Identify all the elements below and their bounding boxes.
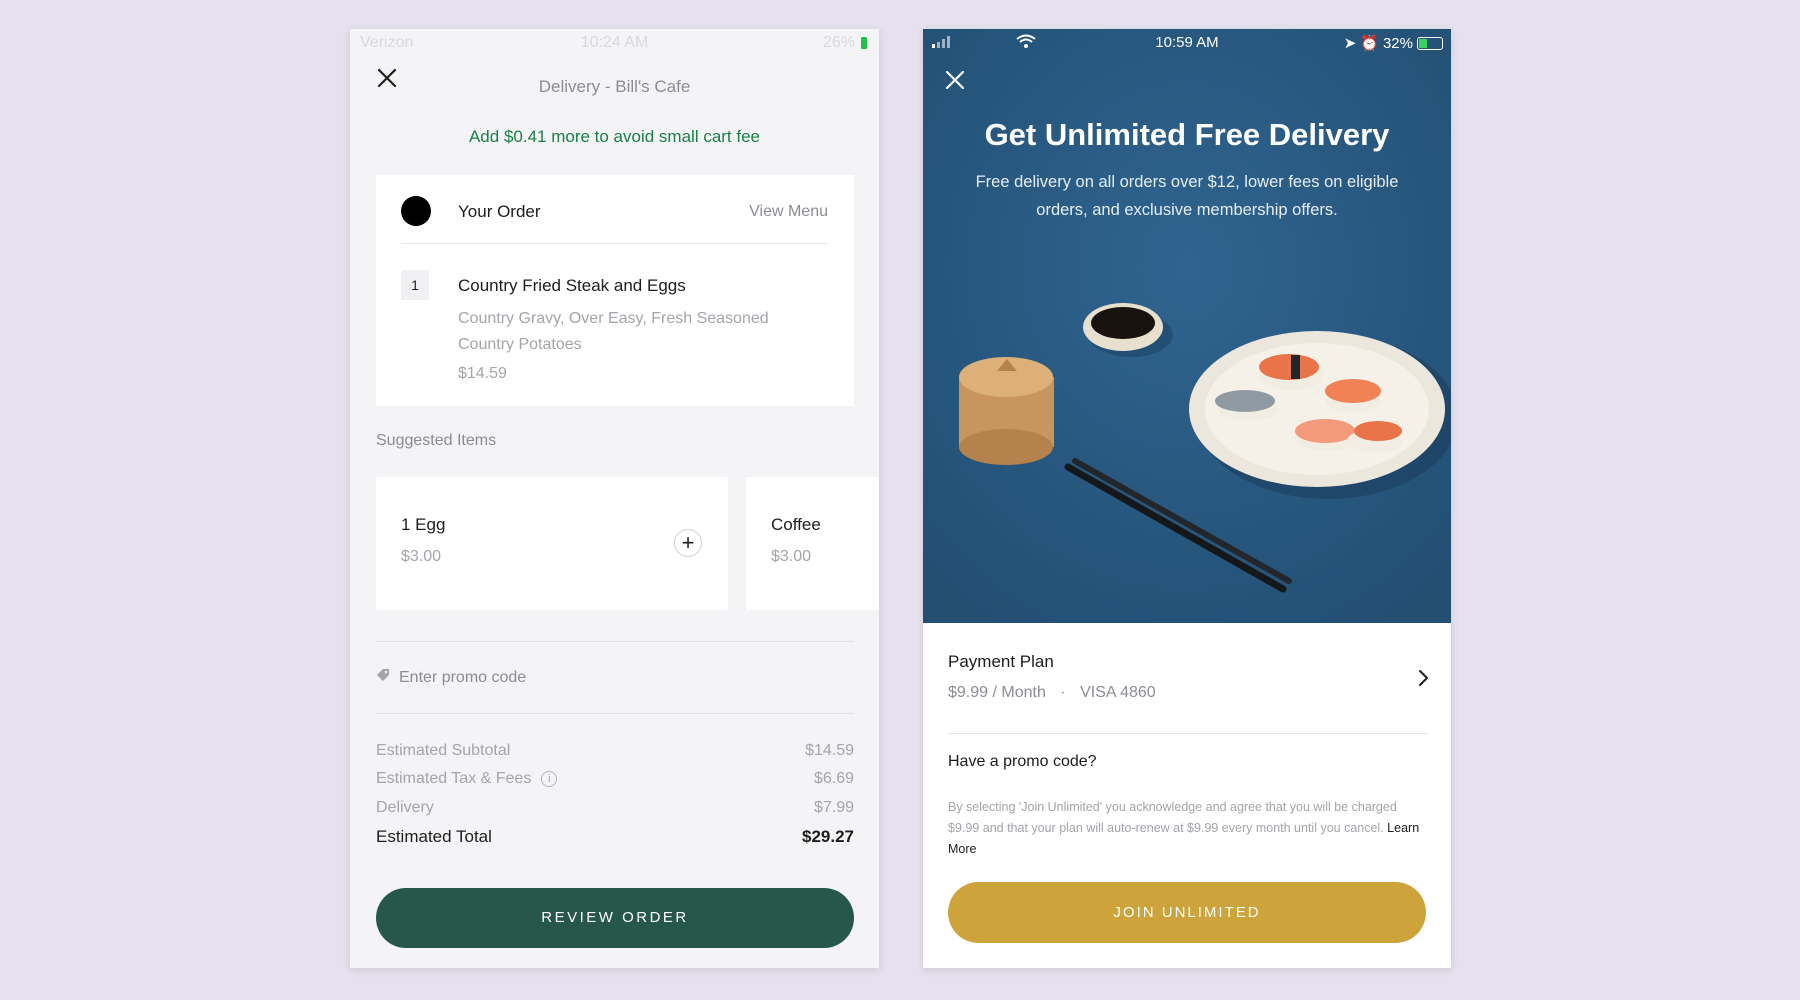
delivery-label: Delivery (376, 799, 434, 816)
unlimited-screen: 10:59 AM ➤ ⏰ 32% Get Unlimited Free Deli… (923, 29, 1451, 968)
store-avatar (401, 196, 431, 226)
subtotal-value: $14.59 (805, 742, 854, 759)
battery-percent: 32% (1382, 34, 1413, 52)
info-icon[interactable]: i (541, 770, 558, 787)
status-right: 26% (823, 34, 867, 52)
tax-row: Estimated Tax & Fees i $6.69 (376, 770, 854, 788)
suggested-item-card[interactable]: Coffee $3.00 (746, 477, 879, 610)
divider (376, 713, 854, 714)
legal-body: By selecting 'Join Unlimited' you acknow… (948, 800, 1397, 835)
promo-code-placeholder: Enter promo code (399, 668, 527, 686)
item-description: Country Gravy, Over Easy, Fresh Seasoned… (458, 310, 769, 353)
total-row: Estimated Total $29.27 (376, 827, 854, 847)
location-icon: ➤ (1343, 35, 1357, 52)
battery-icon (1417, 36, 1443, 50)
item-price: $14.59 (458, 365, 507, 382)
divider (376, 641, 854, 642)
chevron-right-icon[interactable] (1417, 669, 1429, 692)
view-menu-link[interactable]: View Menu (749, 203, 828, 221)
hero-headline: Get Unlimited Free Delivery (984, 117, 1390, 152)
status-bar: Verizon 10:24 AM 26% (350, 29, 879, 55)
item-quantity[interactable]: 1 (401, 270, 429, 300)
join-unlimited-button[interactable]: JOIN UNLIMITED (948, 882, 1426, 943)
status-right: ➤ ⏰ 32% (1344, 34, 1443, 52)
status-bar: 10:59 AM ➤ ⏰ 32% (923, 29, 1451, 55)
status-time: 10:24 AM (580, 34, 649, 51)
legal-text: By selecting 'Join Unlimited' you acknow… (948, 797, 1425, 860)
item-name[interactable]: Country Fried Steak and Eggs (458, 276, 686, 296)
battery-icon (861, 37, 867, 49)
add-item-button[interactable]: + (674, 529, 702, 557)
suggested-item-name: 1 Egg (401, 515, 446, 534)
plan-price: $9.99 / Month (948, 684, 1046, 701)
divider (401, 243, 828, 244)
small-cart-fee-banner: Add $0.41 more to avoid small cart fee (468, 127, 761, 146)
suggested-item-price: $3.00 (401, 548, 442, 565)
subtotal-label: Estimated Subtotal (376, 742, 511, 759)
close-icon[interactable] (944, 69, 966, 91)
payment-plan-row[interactable] (923, 639, 1451, 719)
payment-plan-detail: $9.99 / Month · VISA 4860 (948, 684, 1156, 702)
review-order-button[interactable]: REVIEW ORDER (376, 888, 854, 948)
payment-plan-label: Payment Plan (948, 652, 1054, 671)
hero-subheadline: Free delivery on all orders over $12, lo… (975, 173, 1399, 219)
tax-label: Estimated Tax & Fees (376, 770, 532, 787)
cart-screen: Verizon 10:24 AM 26% Delivery - Bill's C… (350, 29, 879, 968)
suggested-item-price: $3.00 (771, 548, 812, 565)
detail-separator: · (1060, 684, 1066, 701)
hero-banner: 10:59 AM ➤ ⏰ 32% Get Unlimited Free Deli… (923, 29, 1451, 623)
your-order-heading: Your Order (458, 202, 541, 221)
divider (948, 733, 1428, 734)
total-label: Estimated Total (376, 827, 492, 846)
suggested-item-name: Coffee (771, 515, 821, 534)
delivery-row: Delivery $7.99 (376, 799, 854, 817)
delivery-value: $7.99 (813, 799, 854, 816)
page-title: Delivery - Bill's Cafe (538, 77, 691, 96)
battery-percent: 26% (822, 34, 855, 51)
card-label: VISA 4860 (1080, 684, 1156, 701)
tax-value: $6.69 (813, 770, 854, 787)
promo-code-field[interactable]: Enter promo code (376, 668, 526, 687)
alarm-icon: ⏰ (1360, 35, 1379, 52)
suggested-items-heading: Suggested Items (376, 432, 497, 449)
subtotal-row: Estimated Subtotal $14.59 (376, 742, 854, 760)
suggested-item-card[interactable]: 1 Egg $3.00 + (376, 477, 728, 610)
promo-code-link[interactable]: Have a promo code? (948, 753, 1097, 771)
total-value: $29.27 (802, 827, 854, 846)
order-card: Your Order View Menu 1 Country Fried Ste… (376, 175, 854, 406)
tag-icon (376, 668, 390, 687)
